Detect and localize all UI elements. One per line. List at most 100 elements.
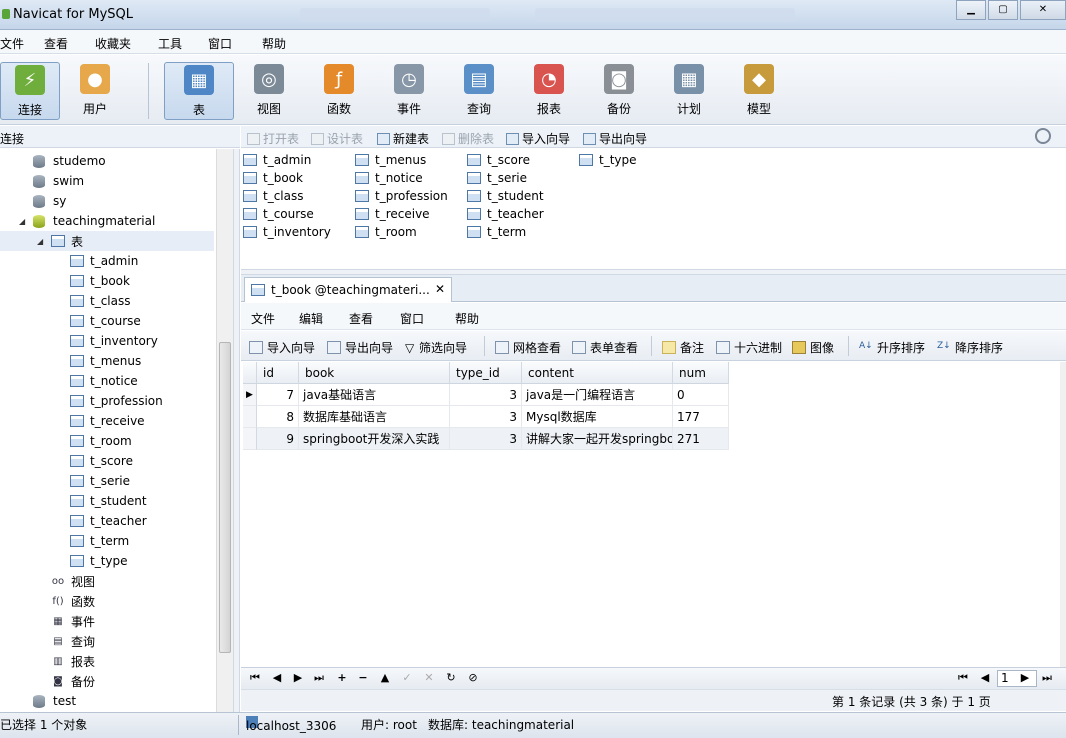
tree-table-t_student[interactable]: t_student (70, 491, 147, 511)
delete-table-button[interactable]: 删除表 (442, 130, 494, 147)
next-page-icon[interactable]: ▶ (1017, 671, 1033, 684)
grid-cell[interactable]: java基础语言 (299, 384, 450, 406)
grid-cell[interactable]: 0 (673, 384, 729, 406)
search-icon[interactable] (1035, 128, 1051, 144)
column-header-type_id[interactable]: type_id (450, 362, 522, 384)
menu-view[interactable]: 查看 (44, 35, 68, 52)
grid-cell[interactable]: springboot开发深入实践 (299, 428, 450, 450)
object-t_class[interactable]: t_class (243, 187, 304, 205)
object-t_book[interactable]: t_book (243, 169, 303, 187)
grid-cell[interactable]: 9 (257, 428, 299, 450)
tree-table-t_score[interactable]: t_score (70, 451, 133, 471)
sort-ascending-button[interactable]: A↓ 升序排序 (859, 339, 925, 356)
tree-db-teachingmaterial[interactable]: ◢ teachingmaterial (19, 211, 155, 231)
tree-db-swim[interactable]: swim (33, 171, 84, 191)
delete-record-icon[interactable]: − (355, 671, 371, 684)
grid-cell[interactable]: java是一门编程语言 (522, 384, 673, 406)
menu-favorites[interactable]: 收藏夹 (95, 35, 131, 52)
design-table-button[interactable]: 设计表 (311, 130, 363, 147)
hex-button[interactable]: 十六进制 (716, 339, 782, 356)
tree-table-t_class[interactable]: t_class (70, 291, 131, 311)
object-t_term[interactable]: t_term (467, 223, 526, 241)
image-button[interactable]: 图像 (792, 339, 834, 356)
tree-folder-reports[interactable]: ▥ 报表 (51, 651, 95, 671)
tree-folder-queries[interactable]: ▤ 查询 (51, 631, 95, 651)
tree-table-t_room[interactable]: t_room (70, 431, 132, 451)
object-t_teacher[interactable]: t_teacher (467, 205, 544, 223)
editor-export-button[interactable]: 导出向导 (327, 339, 393, 356)
open-table-button[interactable]: 打开表 (247, 130, 299, 147)
close-button[interactable]: ✕ (1020, 0, 1066, 20)
tree-scrollbar[interactable] (216, 149, 233, 712)
tree-folder-tables[interactable]: ◢ 表 (0, 231, 214, 251)
tree-table-t_term[interactable]: t_term (70, 531, 129, 551)
memo-button[interactable]: 备注 (662, 339, 704, 356)
tree-table-t_profession[interactable]: t_profession (70, 391, 163, 411)
toolbar-view-button[interactable]: ◎ 视图 (237, 62, 301, 120)
toolbar-report-button[interactable]: ◔ 报表 (517, 62, 581, 120)
tree-db-test[interactable]: test (33, 691, 76, 711)
toolbar-model-button[interactable]: ◆ 模型 (727, 62, 791, 120)
toolbar-connection-button[interactable]: ⚡ 连接 (0, 62, 60, 120)
toolbar-schedule-button[interactable]: ▦ 计划 (657, 62, 721, 120)
add-record-icon[interactable]: + (334, 671, 350, 684)
object-t_menus[interactable]: t_menus (355, 151, 426, 169)
grid-cell[interactable]: 3 (450, 384, 522, 406)
tree-table-t_inventory[interactable]: t_inventory (70, 331, 158, 351)
object-t_receive[interactable]: t_receive (355, 205, 430, 223)
grid-cell[interactable]: 3 (450, 428, 522, 450)
discard-changes-icon[interactable]: ✓ (399, 671, 415, 684)
tree-table-t_book[interactable]: t_book (70, 271, 130, 291)
toolbar-event-button[interactable]: ◷ 事件 (377, 62, 441, 120)
column-header-num[interactable]: num (673, 362, 729, 384)
tree-folder-backups[interactable]: ◙ 备份 (51, 671, 95, 691)
expand-triangle-icon[interactable]: ◢ (37, 237, 47, 246)
last-page-icon[interactable]: ⏭ (1039, 671, 1055, 685)
grid-cell[interactable]: 177 (673, 406, 729, 428)
grid-cell[interactable]: 271 (673, 428, 729, 450)
editor-menu-view[interactable]: 查看 (349, 310, 373, 327)
toolbar-function-button[interactable]: ƒ 函数 (307, 62, 371, 120)
object-t_serie[interactable]: t_serie (467, 169, 527, 187)
new-table-button[interactable]: 新建表 (377, 130, 429, 147)
tree-folder-events[interactable]: ▦ 事件 (51, 611, 95, 631)
tree-table-t_menus[interactable]: t_menus (70, 351, 141, 371)
maximize-button[interactable]: ▢ (988, 0, 1018, 20)
tab-t_book[interactable]: t_book @teachingmateri... ✕ (244, 277, 452, 302)
grid-cell[interactable]: Mysql数据库 (522, 406, 673, 428)
sort-descending-button[interactable]: Z↓ 降序排序 (937, 339, 1003, 356)
grid-cell[interactable]: 讲解大家一起开发springbo (522, 428, 673, 450)
first-page-icon[interactable]: ⏮ (955, 671, 971, 685)
apply-changes-icon[interactable]: ▲ (377, 671, 393, 684)
expand-triangle-icon[interactable]: ◢ (19, 217, 29, 226)
grid-scrollbar[interactable] (1060, 362, 1066, 667)
stop-icon[interactable]: ⊘ (465, 671, 481, 684)
tree-db-sy[interactable]: sy (33, 191, 66, 211)
object-t_room[interactable]: t_room (355, 223, 417, 241)
toolbar-user-button[interactable]: ● 用户 (63, 62, 127, 120)
editor-menu-file[interactable]: 文件 (251, 310, 275, 327)
object-t_score[interactable]: t_score (467, 151, 530, 169)
object-t_student[interactable]: t_student (467, 187, 544, 205)
close-tab-icon[interactable]: ✕ (435, 282, 445, 296)
tree-table-t_notice[interactable]: t_notice (70, 371, 138, 391)
filter-wizard-button[interactable]: ▽ 筛选向导 (405, 339, 467, 356)
toolbar-query-button[interactable]: ▤ 查询 (447, 62, 511, 120)
minimize-button[interactable]: ▁ (956, 0, 986, 20)
column-header-content[interactable]: content (522, 362, 673, 384)
object-t_course[interactable]: t_course (243, 205, 314, 223)
object-t_admin[interactable]: t_admin (243, 151, 311, 169)
editor-menu-help[interactable]: 帮助 (455, 310, 479, 327)
grid-cell[interactable]: 7 (257, 384, 299, 406)
editor-menu-edit[interactable]: 编辑 (299, 310, 323, 327)
editor-menu-window[interactable]: 窗口 (400, 310, 424, 327)
object-t_profession[interactable]: t_profession (355, 187, 448, 205)
scrollbar-thumb[interactable] (219, 342, 231, 653)
object-t_inventory[interactable]: t_inventory (243, 223, 331, 241)
export-wizard-button[interactable]: 导出向导 (583, 130, 647, 147)
editor-import-button[interactable]: 导入向导 (249, 339, 315, 356)
menu-tools[interactable]: 工具 (158, 35, 182, 52)
tree-table-t_type[interactable]: t_type (70, 551, 128, 571)
tree-table-t_teacher[interactable]: t_teacher (70, 511, 147, 531)
tree-table-t_receive[interactable]: t_receive (70, 411, 145, 431)
